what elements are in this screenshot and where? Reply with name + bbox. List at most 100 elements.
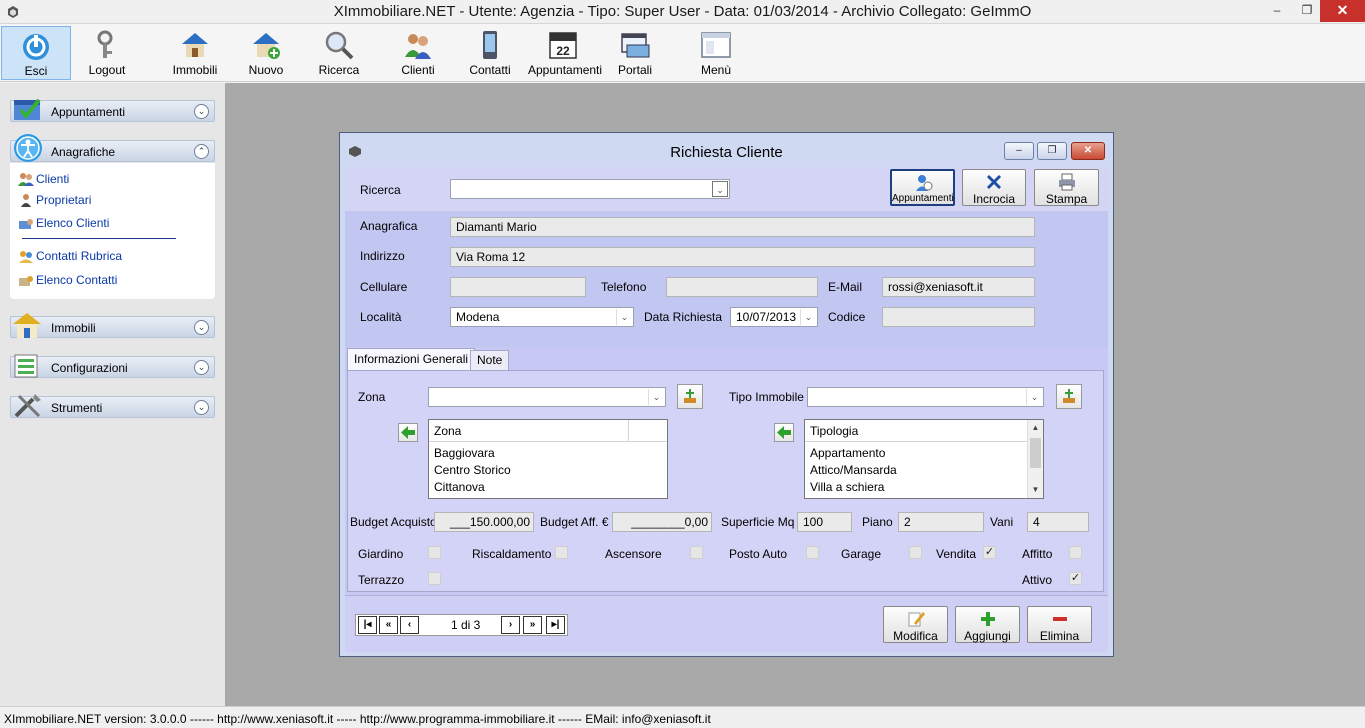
nuovo-button[interactable]: Nuovo xyxy=(236,26,296,80)
tab-control: Informazioni Generali Note Zona ⌄ Tipo I… xyxy=(345,347,1108,595)
codice-field[interactable] xyxy=(882,307,1035,327)
child-close-button[interactable]: ✕ xyxy=(1071,142,1105,160)
group-strumenti[interactable]: Strumenti ⌄ xyxy=(10,394,215,418)
chevron-down-icon[interactable]: ⌄ xyxy=(648,389,664,405)
menu-button[interactable]: Menù xyxy=(686,26,746,80)
group-immobili[interactable]: Immobili ⌄ xyxy=(10,313,215,338)
terrazzo-checkbox[interactable] xyxy=(428,572,441,585)
anagrafica-field[interactable]: Diamanti Mario xyxy=(450,217,1035,237)
next-record-button[interactable]: › xyxy=(501,616,520,634)
ricerca-button[interactable]: Ricerca xyxy=(309,26,369,80)
close-button[interactable]: ✕ xyxy=(1320,0,1365,22)
magnifier-icon xyxy=(323,29,355,61)
budget-aff-field[interactable]: ________0,00 xyxy=(612,512,712,532)
remove-tipologia-button[interactable] xyxy=(774,423,794,442)
piano-field[interactable]: 2 xyxy=(898,512,984,532)
chevron-down-icon[interactable]: ⌄ xyxy=(1026,389,1042,405)
appuntamenti-action-button[interactable]: Appuntamenti xyxy=(890,169,955,206)
appuntamenti-button[interactable]: 22 Appuntamenti xyxy=(528,26,603,80)
chevron-down-icon[interactable]: ⌄ xyxy=(800,309,816,325)
minimize-button[interactable]: – xyxy=(1262,0,1292,22)
portali-button[interactable]: Portali xyxy=(605,26,665,80)
localita-combobox[interactable]: Modena ⌄ xyxy=(450,307,634,327)
modifica-label: Modifica xyxy=(893,629,938,643)
list-item[interactable]: Cittanova xyxy=(429,479,667,496)
group-appuntamenti-label: Appuntamenti xyxy=(51,105,126,119)
superficie-field[interactable]: 100 xyxy=(797,512,852,532)
scroll-thumb[interactable] xyxy=(1030,438,1041,468)
sidebar-item-elenco-contatti[interactable]: Elenco Contatti xyxy=(18,272,117,288)
group-appuntamenti[interactable]: Appuntamenti ⌄ xyxy=(10,98,215,122)
logout-button[interactable]: Logout xyxy=(77,26,137,80)
affitto-checkbox[interactable] xyxy=(1069,546,1082,559)
list-item[interactable]: Baggiovara xyxy=(429,445,667,462)
child-minimize-button[interactable]: – xyxy=(1004,142,1034,160)
modifica-button[interactable]: Modifica xyxy=(883,606,948,643)
riscaldamento-checkbox[interactable] xyxy=(555,546,568,559)
chevron-down-icon[interactable]: ⌄ xyxy=(194,104,209,119)
tipologia-listbox[interactable]: Tipologia Appartamento Attico/Mansarda V… xyxy=(804,419,1044,499)
chevron-down-icon[interactable]: ⌄ xyxy=(712,181,728,197)
chevron-down-icon[interactable]: ⌄ xyxy=(194,360,209,375)
first-record-button[interactable]: |◂ xyxy=(358,616,377,634)
appuntamenti-label: Appuntamenti xyxy=(528,63,603,77)
stampa-button[interactable]: Stampa xyxy=(1034,169,1099,206)
users-small-icon xyxy=(18,172,34,186)
ascensore-checkbox[interactable] xyxy=(690,546,703,559)
sidebar-item-clienti[interactable]: Clienti xyxy=(18,171,69,187)
contatti-button[interactable]: Contatti xyxy=(460,26,520,80)
tipo-immobile-combobox[interactable]: ⌄ xyxy=(807,387,1044,407)
group-configurazioni[interactable]: Configurazioni ⌄ xyxy=(10,354,215,378)
last-record-button[interactable]: ▸| xyxy=(546,616,565,634)
list-item[interactable]: Villa a schiera xyxy=(805,479,1043,496)
vendita-checkbox[interactable]: ✓ xyxy=(983,546,996,559)
incrocia-button[interactable]: Incrocia xyxy=(962,169,1026,206)
tools-icon xyxy=(14,394,41,418)
zona-listbox[interactable]: Zona Baggiovara Centro Storico Cittanova xyxy=(428,419,668,499)
sidebar-item-contatti-rubrica[interactable]: Contatti Rubrica xyxy=(18,248,122,264)
attivo-checkbox[interactable]: ✓ xyxy=(1069,572,1082,585)
tab-informazioni-generali[interactable]: Informazioni Generali xyxy=(347,348,476,370)
child-restore-button[interactable]: ❐ xyxy=(1037,142,1067,160)
tipologia-scrollbar[interactable]: ▲ ▼ xyxy=(1027,420,1043,498)
elimina-button[interactable]: Elimina xyxy=(1027,606,1092,643)
zona-combobox[interactable]: ⌄ xyxy=(428,387,666,407)
chevron-down-icon[interactable]: ⌄ xyxy=(616,309,632,325)
immobili-button[interactable]: Immobili xyxy=(165,26,225,80)
posto-auto-checkbox[interactable] xyxy=(806,546,819,559)
scroll-down-icon[interactable]: ▼ xyxy=(1028,482,1043,498)
chevron-up-icon[interactable]: ⌃ xyxy=(194,144,209,159)
previous-record-button[interactable]: ‹ xyxy=(400,616,419,634)
chevron-down-icon[interactable]: ⌄ xyxy=(194,400,209,415)
list-item[interactable]: Attico/Mansarda xyxy=(805,462,1043,479)
ricerca-combobox[interactable]: ⌄ xyxy=(450,179,730,199)
garage-checkbox[interactable] xyxy=(909,546,922,559)
telefono-field[interactable] xyxy=(666,277,818,297)
record-actions-panel: |◂ « ‹ 1 di 3 › » ▸| Modifica Aggiungi E… xyxy=(345,595,1108,652)
affitto-label: Affitto xyxy=(1022,547,1053,561)
cellulare-field[interactable] xyxy=(450,277,586,297)
budget-acquisto-field[interactable]: ___150.000,00 xyxy=(434,512,534,532)
clienti-button[interactable]: Clienti xyxy=(388,26,448,80)
list-item[interactable]: Centro Storico xyxy=(429,462,667,479)
email-field[interactable]: rossi@xeniasoft.it xyxy=(882,277,1035,297)
add-zona-button[interactable] xyxy=(677,384,703,409)
next-page-button[interactable]: » xyxy=(523,616,542,634)
chevron-down-icon[interactable]: ⌄ xyxy=(194,320,209,335)
previous-page-button[interactable]: « xyxy=(379,616,398,634)
data-richiesta-picker[interactable]: 10/07/2013 ⌄ xyxy=(730,307,818,327)
restore-button[interactable]: ❐ xyxy=(1292,0,1322,22)
vani-field[interactable]: 4 xyxy=(1027,512,1089,532)
sidebar-item-proprietari[interactable]: Proprietari xyxy=(18,192,91,208)
group-anagrafiche[interactable]: Anagrafiche ⌃ xyxy=(10,134,215,162)
remove-zona-button[interactable] xyxy=(398,423,418,442)
list-item[interactable]: Appartamento xyxy=(805,445,1043,462)
giardino-checkbox[interactable] xyxy=(428,546,441,559)
scroll-up-icon[interactable]: ▲ xyxy=(1028,420,1043,436)
sidebar-item-elenco-clienti[interactable]: Elenco Clienti xyxy=(18,215,109,231)
indirizzo-field[interactable]: Via Roma 12 xyxy=(450,247,1035,267)
aggiungi-button[interactable]: Aggiungi xyxy=(955,606,1020,643)
tab-note[interactable]: Note xyxy=(470,350,510,370)
add-tipo-button[interactable] xyxy=(1056,384,1082,409)
esci-button[interactable]: Esci xyxy=(1,26,71,80)
